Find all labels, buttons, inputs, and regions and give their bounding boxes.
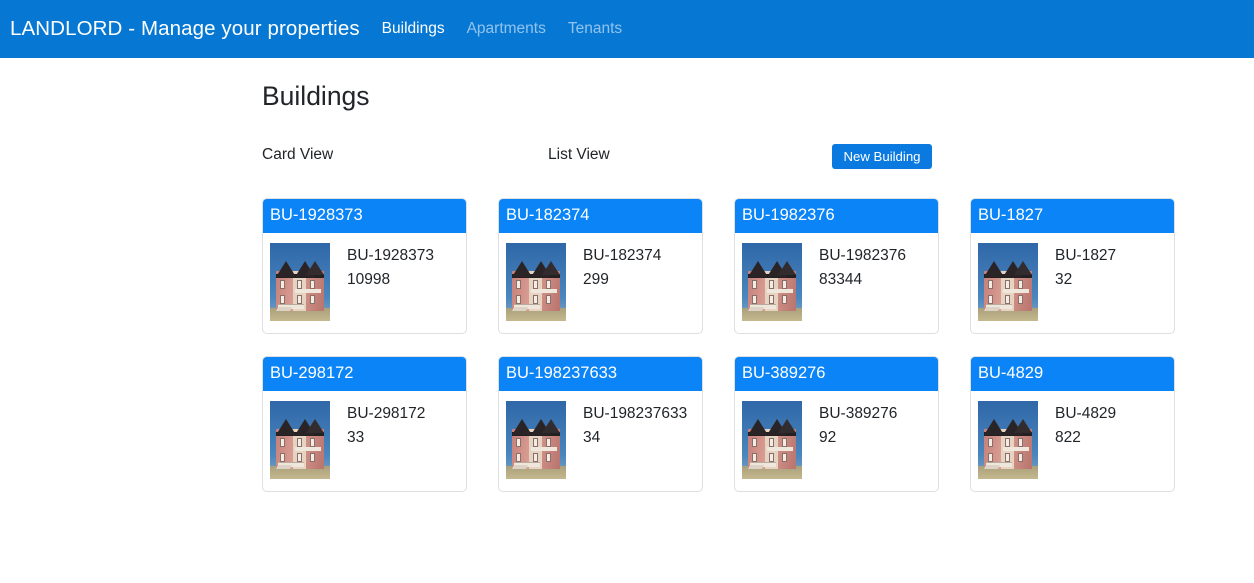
building-value: 299 bbox=[583, 271, 609, 288]
building-card-body: BU-198237633 34 bbox=[499, 391, 702, 491]
building-card[interactable]: BU-1827 BU-1827 32 bbox=[970, 198, 1175, 334]
top-navbar: LANDLORD - Manage your properties Buildi… bbox=[0, 0, 1254, 58]
building-card[interactable]: BU-182374 BU-182374 299 bbox=[498, 198, 703, 334]
building-name: BU-1928373 bbox=[347, 247, 435, 264]
building-card[interactable]: BU-1928373 BU-1928373 10998 bbox=[262, 198, 467, 334]
building-card-text: BU-298172 33 bbox=[330, 401, 425, 479]
building-card-body: BU-4829 822 bbox=[971, 391, 1174, 491]
building-card-text: BU-1928373 10998 bbox=[330, 243, 434, 321]
building-photo bbox=[270, 243, 330, 321]
building-card-header: BU-1827 bbox=[971, 199, 1174, 233]
building-card[interactable]: BU-389276 BU-389276 92 bbox=[734, 356, 939, 492]
building-name: BU-1982376 bbox=[819, 247, 907, 264]
building-card-body: BU-182374 299 bbox=[499, 233, 702, 333]
building-card-text: BU-198237633 34 bbox=[566, 401, 687, 479]
building-card-text: BU-1982376 83344 bbox=[802, 243, 906, 321]
building-value: 10998 bbox=[347, 271, 391, 288]
new-building-button[interactable]: New Building bbox=[832, 144, 932, 169]
building-card-header: BU-182374 bbox=[499, 199, 702, 233]
building-name: BU-298172 bbox=[347, 405, 426, 422]
building-card-header: BU-1928373 bbox=[263, 199, 466, 233]
building-name: BU-1827 bbox=[1055, 247, 1117, 264]
navbar-links: Buildings Apartments Tenants bbox=[382, 20, 622, 38]
building-value: 34 bbox=[583, 429, 601, 446]
building-value: 33 bbox=[347, 429, 365, 446]
building-card[interactable]: BU-4829 BU-4829 822 bbox=[970, 356, 1175, 492]
nav-link-tenants[interactable]: Tenants bbox=[568, 20, 622, 38]
building-card-header: BU-1982376 bbox=[735, 199, 938, 233]
card-row: BU-298172 BU-298172 33 BU-198237633 BU-1… bbox=[262, 356, 1182, 492]
building-card[interactable]: BU-198237633 BU-198237633 34 bbox=[498, 356, 703, 492]
page-title: Buildings bbox=[262, 81, 370, 111]
building-name: BU-4829 bbox=[1055, 405, 1117, 422]
app-brand-title: LANDLORD - Manage your properties bbox=[10, 17, 360, 40]
nav-link-apartments[interactable]: Apartments bbox=[467, 20, 546, 38]
building-card-body: BU-298172 33 bbox=[263, 391, 466, 491]
card-row: BU-1928373 BU-1928373 10998 BU-182374 BU… bbox=[262, 198, 1182, 334]
building-card-header: BU-389276 bbox=[735, 357, 938, 391]
building-photo bbox=[506, 243, 566, 321]
page-content: Buildings Card View List View New Buildi… bbox=[0, 58, 1254, 583]
building-card[interactable]: BU-1982376 BU-1982376 83344 bbox=[734, 198, 939, 334]
list-view-toggle[interactable]: List View bbox=[548, 146, 610, 164]
card-view-toggle[interactable]: Card View bbox=[262, 146, 333, 164]
building-card-text: BU-1827 32 bbox=[1038, 243, 1116, 321]
building-card-text: BU-389276 92 bbox=[802, 401, 897, 479]
building-photo bbox=[742, 401, 802, 479]
building-photo bbox=[742, 243, 802, 321]
building-card-header: BU-198237633 bbox=[499, 357, 702, 391]
building-name: BU-389276 bbox=[819, 405, 898, 422]
building-card-header: BU-298172 bbox=[263, 357, 466, 391]
building-value: 822 bbox=[1055, 429, 1081, 446]
buildings-card-grid: BU-1928373 BU-1928373 10998 BU-182374 BU… bbox=[262, 198, 1182, 514]
building-photo bbox=[978, 401, 1038, 479]
nav-link-buildings[interactable]: Buildings bbox=[382, 20, 445, 38]
building-photo bbox=[506, 401, 566, 479]
building-value: 32 bbox=[1055, 271, 1073, 288]
building-card[interactable]: BU-298172 BU-298172 33 bbox=[262, 356, 467, 492]
building-value: 83344 bbox=[819, 271, 863, 288]
building-card-text: BU-182374 299 bbox=[566, 243, 661, 321]
building-value: 92 bbox=[819, 429, 837, 446]
building-card-header: BU-4829 bbox=[971, 357, 1174, 391]
building-name: BU-182374 bbox=[583, 247, 662, 264]
building-card-body: BU-1928373 10998 bbox=[263, 233, 466, 333]
building-card-body: BU-389276 92 bbox=[735, 391, 938, 491]
building-card-text: BU-4829 822 bbox=[1038, 401, 1116, 479]
building-photo bbox=[978, 243, 1038, 321]
building-card-body: BU-1827 32 bbox=[971, 233, 1174, 333]
building-card-body: BU-1982376 83344 bbox=[735, 233, 938, 333]
building-photo bbox=[270, 401, 330, 479]
building-name: BU-198237633 bbox=[583, 405, 688, 422]
